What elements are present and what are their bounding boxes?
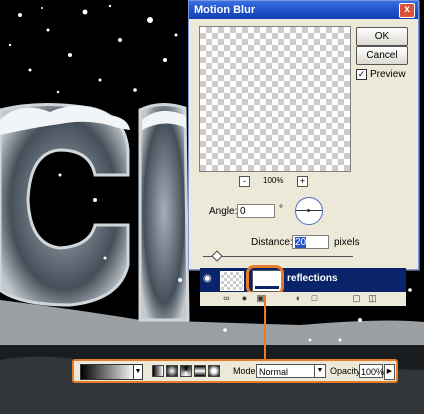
adjustment-icon[interactable]: ◐ (294, 294, 303, 303)
distance-slider-thumb[interactable] (211, 250, 223, 262)
ok-button[interactable]: OK (356, 27, 408, 46)
mask-highlight-ring (246, 265, 284, 295)
gradient-options-bar: ▼ Mode: Normal ▼ Opacity: 100% ▶ (72, 359, 398, 383)
angle-input[interactable]: 0 (237, 204, 275, 218)
folder-icon[interactable]: □ (310, 294, 319, 303)
layer-thumbnail[interactable] (220, 271, 244, 291)
trash-icon[interactable]: ◫ (368, 294, 377, 303)
angle-gradient-button[interactable] (180, 365, 192, 377)
opacity-input[interactable]: 100% (359, 364, 384, 378)
angle-wheel-center (307, 209, 310, 212)
close-button[interactable]: x (399, 3, 415, 18)
distance-label: Distance: (251, 237, 293, 248)
filter-preview[interactable] (199, 26, 351, 172)
angle-label: Angle: (209, 206, 238, 217)
preview-checkbox[interactable]: ✓ (356, 69, 367, 80)
zoom-controls: - 100% + (239, 176, 309, 188)
zoom-in-button[interactable]: + (297, 176, 308, 187)
zoom-level: 100% (263, 176, 284, 185)
diamond-gradient-button[interactable] (208, 365, 220, 377)
gradient-dropdown-arrow[interactable]: ▼ (133, 364, 143, 380)
link-icon[interactable]: ∞ (222, 294, 231, 303)
mode-value: Normal (259, 367, 289, 377)
linear-gradient-button[interactable] (152, 365, 164, 377)
callout-connector (264, 295, 266, 359)
opacity-slider-arrow[interactable]: ▶ (384, 364, 395, 380)
degree-symbol: ° (279, 204, 283, 215)
distance-value: 20 (295, 237, 307, 248)
preview-checkbox-row[interactable]: ✓ Preview (356, 69, 406, 80)
distance-slider-track[interactable] (203, 256, 353, 257)
chevron-down-icon: ▼ (314, 365, 325, 377)
fx-icon[interactable]: ● (240, 294, 249, 303)
preview-label: Preview (370, 69, 406, 80)
motion-blur-dialog: Motion Blur x OK Cancel ✓ Preview - 100%… (188, 0, 419, 270)
new-layer-icon[interactable]: ▢ (352, 294, 361, 303)
mode-select[interactable]: Normal ▼ (256, 364, 326, 378)
cancel-button[interactable]: Cancel (356, 46, 408, 65)
distance-input[interactable]: 20 (292, 235, 329, 249)
pixels-label: pixels (334, 237, 360, 248)
layers-toolbar: ∞ ● ▣ ◐ □ ▢ ◫ (200, 292, 406, 306)
gradient-picker[interactable] (80, 364, 136, 380)
layer-name[interactable]: reflections (287, 273, 338, 284)
mode-label: Mode: (233, 366, 259, 376)
dialog-title: Motion Blur (194, 4, 256, 16)
eye-icon[interactable]: ◉ (203, 273, 215, 285)
zoom-out-button[interactable]: - (239, 176, 250, 187)
radial-gradient-button[interactable] (166, 365, 178, 377)
angle-value: 0 (240, 206, 246, 217)
dialog-titlebar[interactable]: Motion Blur x (189, 1, 418, 19)
reflected-gradient-button[interactable] (194, 365, 206, 377)
angle-wheel[interactable] (295, 197, 323, 225)
